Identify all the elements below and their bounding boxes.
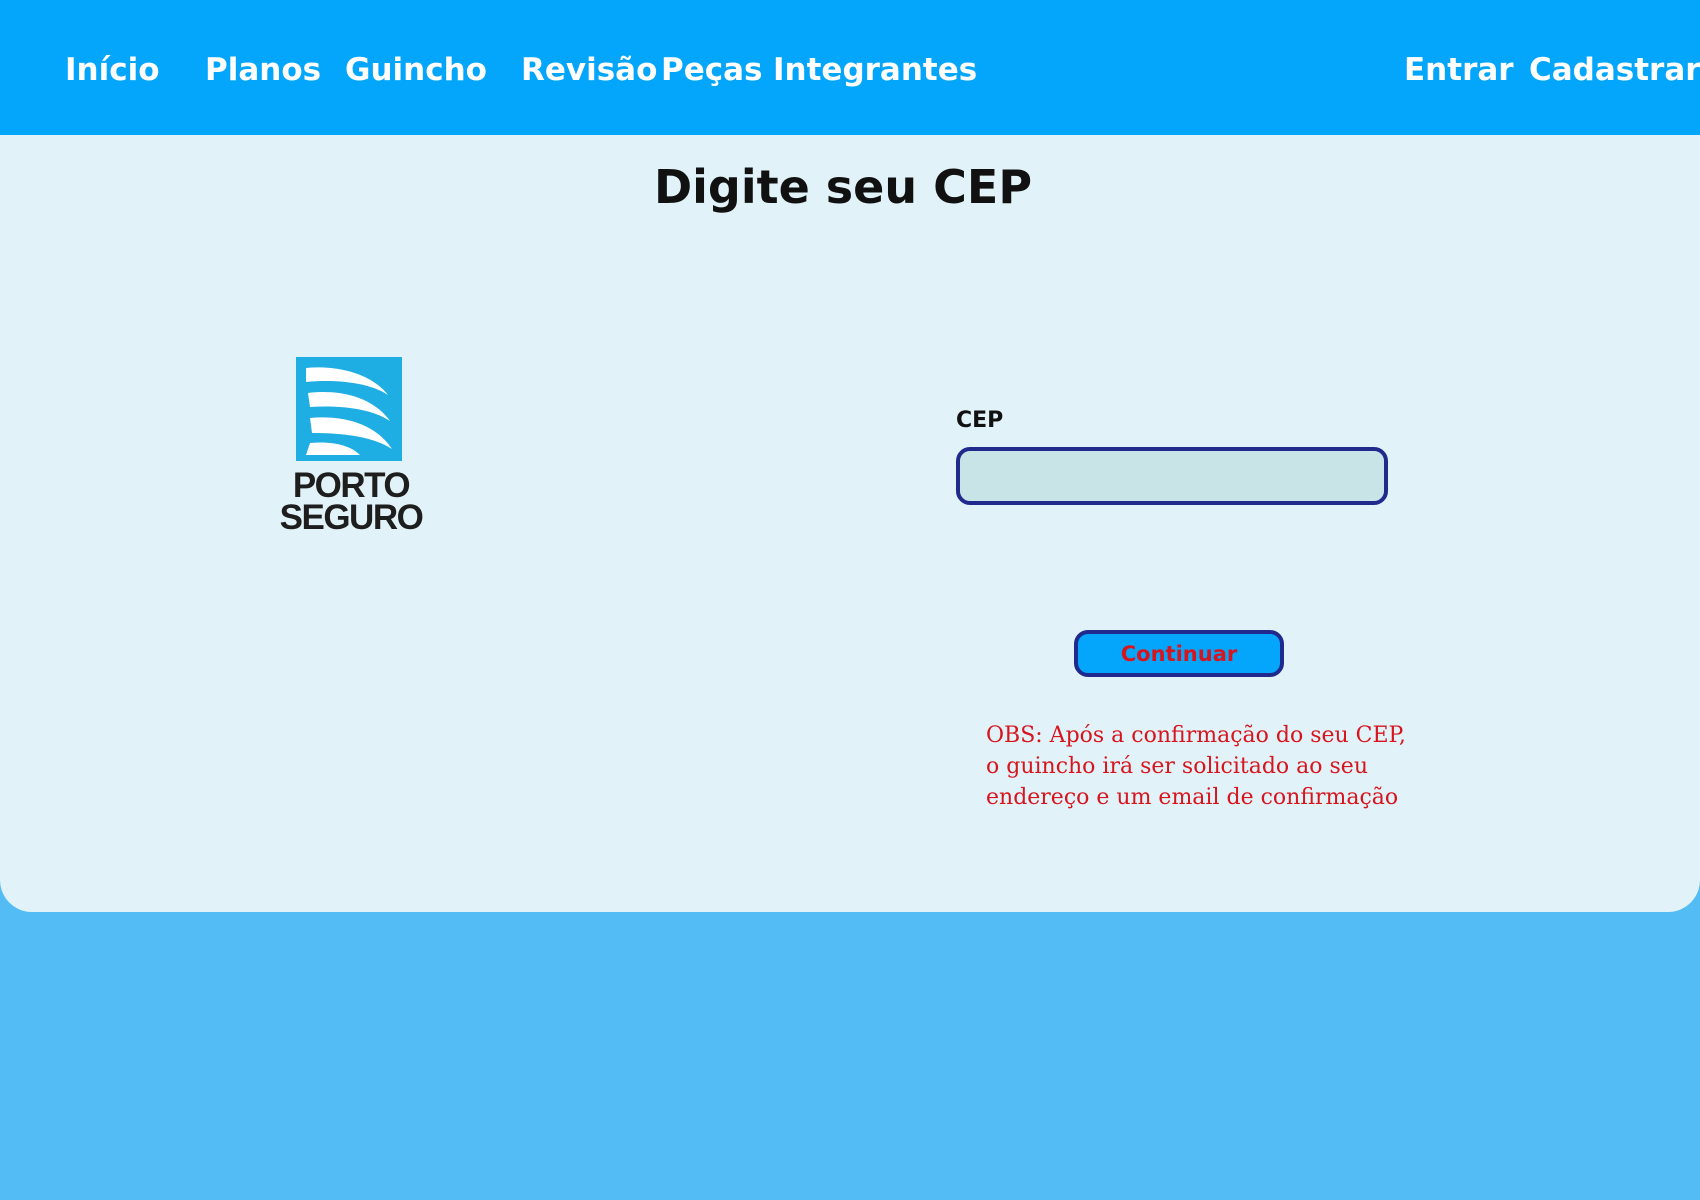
continue-button[interactable]: Continuar xyxy=(1074,630,1284,677)
nav-link-pecas[interactable]: Peças xyxy=(661,50,763,90)
porto-seguro-sail-icon xyxy=(296,357,402,461)
main-panel: Digite seu CEP PORTO SEGURO CEP Continua… xyxy=(0,135,1700,912)
page-title: Digite seu CEP xyxy=(653,160,1033,214)
obs-notice: OBS: Após a confirmação do seu CEP, o gu… xyxy=(986,723,1406,810)
nav-link-revisao[interactable]: Revisão xyxy=(521,50,657,90)
nav-link-planos[interactable]: Planos xyxy=(205,50,321,90)
nav-link-inicio[interactable]: Início xyxy=(65,50,160,90)
cep-field-label: CEP xyxy=(956,408,1004,433)
porto-seguro-logo: PORTO SEGURO xyxy=(276,355,426,555)
nav-link-guincho[interactable]: Guincho xyxy=(345,50,487,90)
logo-text-seguro: SEGURO xyxy=(279,498,424,537)
cep-input[interactable] xyxy=(956,447,1388,505)
nav-link-integrantes[interactable]: Integrantes xyxy=(773,50,977,90)
nav-link-entrar[interactable]: Entrar xyxy=(1404,50,1514,90)
top-navbar: Início Planos Guincho Revisão Peças Inte… xyxy=(0,0,1700,135)
nav-link-cadastrar[interactable]: Cadastrar xyxy=(1529,50,1700,90)
